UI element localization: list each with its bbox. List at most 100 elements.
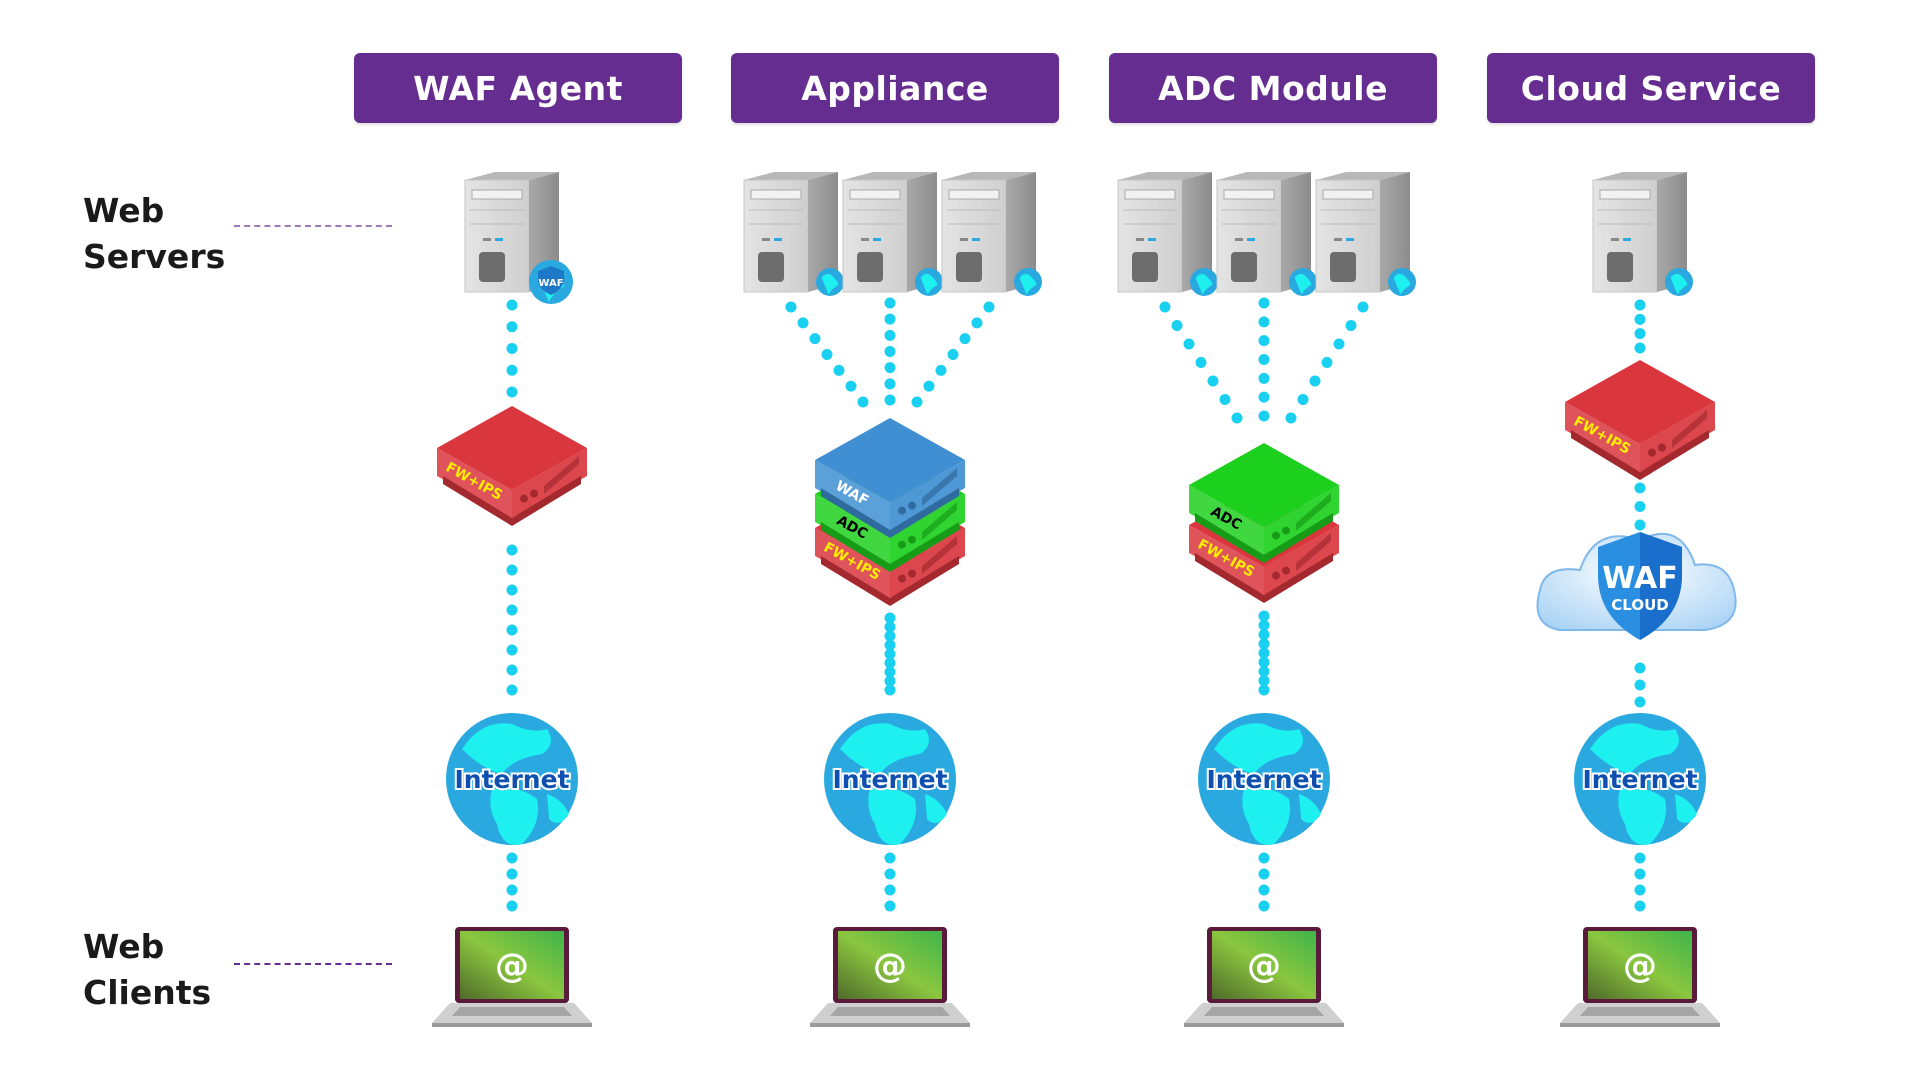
connector-dot	[884, 378, 896, 390]
connector-dot	[884, 868, 896, 880]
device-port	[520, 494, 528, 503]
globe-label: Internet	[1582, 765, 1697, 794]
server-badge-label: WAF	[538, 278, 563, 289]
connector-dot	[1258, 410, 1270, 422]
server-drive-bay	[1322, 189, 1374, 200]
server-vent	[758, 252, 784, 282]
globe-label: Internet	[1206, 765, 1321, 794]
server-vent	[479, 252, 505, 282]
connector-server-to-device	[1285, 301, 1369, 424]
connector-dot	[1357, 301, 1369, 313]
internet-globe: Internet	[446, 713, 578, 845]
connector-dot	[1634, 662, 1646, 674]
server-button	[762, 238, 770, 241]
connector-device-to-internet	[884, 612, 896, 696]
web-server	[941, 172, 1042, 296]
server-drive-bay	[1124, 189, 1176, 200]
connector-dot	[1258, 372, 1270, 384]
laptop-keyboard	[830, 1007, 950, 1016]
connector-dot	[1634, 482, 1646, 494]
connector-dot	[1258, 884, 1270, 896]
web-server	[1315, 172, 1416, 296]
connector-dot	[506, 564, 518, 576]
connector-internet-to-client	[506, 852, 518, 912]
waf-cloud: WAFCLOUD	[1536, 532, 1737, 640]
server-vent	[857, 252, 883, 282]
connector-internet-to-client	[884, 852, 896, 912]
fw-ips-device: FW+IPS	[437, 406, 587, 526]
connector-dot	[1634, 696, 1646, 708]
connector-server-to-device	[785, 301, 869, 408]
laptop-keyboard	[1204, 1007, 1324, 1016]
server-drive-bay	[1599, 189, 1651, 200]
connector-device-to-cloud	[1634, 482, 1646, 531]
connector-dot	[797, 317, 809, 329]
web-server	[1216, 172, 1317, 296]
connector-dot	[506, 684, 518, 696]
connector-dot	[1258, 900, 1270, 912]
server-drive-bay	[750, 189, 802, 200]
web-server: WAF	[464, 172, 573, 304]
connector-device-to-internet	[1258, 610, 1270, 696]
connector-dot	[1634, 868, 1646, 880]
connector-dot	[1285, 412, 1297, 424]
server-button	[861, 238, 869, 241]
connector-dot	[1159, 301, 1171, 313]
server-button	[1334, 238, 1342, 241]
connector-device-to-internet	[506, 544, 518, 696]
connector-dot	[1207, 375, 1219, 387]
connector-dot	[884, 884, 896, 896]
connector-dot	[884, 852, 896, 864]
connector-dot	[857, 396, 869, 408]
connector-dot	[1258, 391, 1270, 403]
connector-dot	[1258, 316, 1270, 328]
laptop-keyboard	[1580, 1007, 1700, 1016]
connector-dot	[884, 313, 896, 325]
server-vent	[1132, 252, 1158, 282]
server-led	[1148, 238, 1156, 241]
device-port	[1658, 443, 1666, 452]
connector-dot	[923, 380, 935, 392]
device-port	[898, 506, 906, 515]
connector-dot	[506, 343, 518, 354]
server-vent	[956, 252, 982, 282]
connector-dot	[884, 297, 896, 309]
connector-dot	[506, 852, 518, 864]
connector-dot	[785, 301, 797, 313]
server-drive-bay	[1223, 189, 1275, 200]
connector-dot	[809, 333, 821, 345]
internet-globe: Internet	[824, 713, 956, 845]
connector-dot	[506, 299, 518, 311]
web-client-laptop: @	[1184, 927, 1344, 1027]
connector-internet-to-client	[1634, 852, 1646, 912]
connector-dot	[821, 349, 833, 360]
connector-dot	[1634, 900, 1646, 912]
connector-dot	[1634, 679, 1646, 691]
connector-server-to-device	[1634, 299, 1646, 354]
web-server	[743, 172, 844, 296]
connector-dot	[1219, 394, 1231, 405]
device-port	[1272, 531, 1280, 540]
connector-dot	[935, 364, 947, 376]
connector-dot	[983, 301, 995, 313]
device-port	[898, 540, 906, 549]
connector-dot	[1231, 412, 1243, 424]
connector-dot	[1634, 328, 1646, 340]
web-client-laptop: @	[432, 927, 592, 1027]
connector-dot	[506, 364, 518, 376]
server-led	[972, 238, 980, 241]
connector-dot	[506, 644, 518, 656]
connector-dot	[1258, 684, 1270, 696]
connector-dot	[1183, 338, 1195, 350]
connector-dot	[506, 664, 518, 676]
connector-dot	[884, 346, 896, 357]
laptop-base-edge	[432, 1023, 592, 1027]
connector-dot	[506, 544, 518, 556]
connector-dot	[884, 900, 896, 912]
cloud-label-line2: CLOUD	[1611, 596, 1668, 614]
connector-server-to-device	[506, 299, 518, 398]
at-sign-icon: @	[495, 946, 529, 986]
at-sign-icon: @	[1247, 946, 1281, 986]
web-client-laptop: @	[1560, 927, 1720, 1027]
server-led	[1346, 238, 1354, 241]
